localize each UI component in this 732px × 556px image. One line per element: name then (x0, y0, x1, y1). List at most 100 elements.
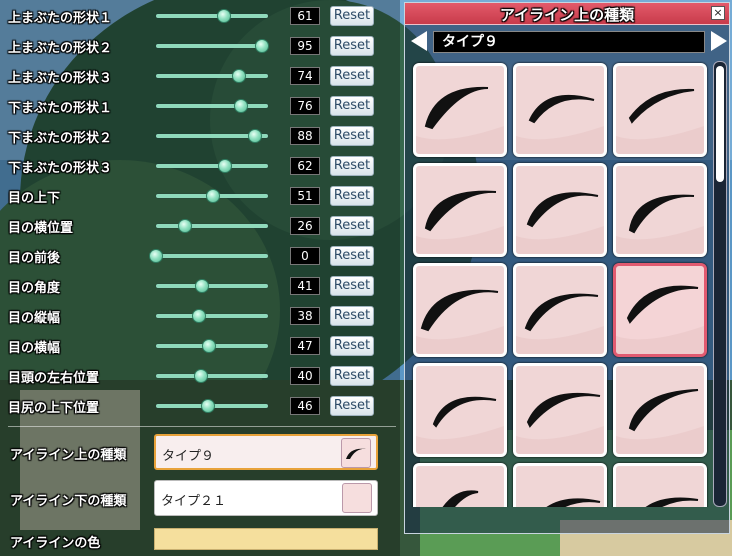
eyeline-type-grid (409, 61, 709, 507)
reset-button[interactable]: Reset (330, 276, 374, 296)
eyeline-type-option[interactable] (613, 63, 707, 157)
slider-value-field[interactable]: 61 (290, 7, 320, 25)
eyeline-type-option[interactable] (413, 263, 507, 357)
next-type-arrow-icon[interactable] (711, 31, 727, 51)
slider-track[interactable] (156, 339, 268, 353)
reset-button[interactable]: Reset (330, 36, 374, 56)
slider-track[interactable] (156, 399, 268, 413)
slider-track[interactable] (156, 309, 268, 323)
slider-row: 目の横幅 47 Reset (0, 331, 400, 361)
eyeline-lower-select[interactable]: タイプ２１ (154, 480, 378, 516)
slider-value-field[interactable]: 62 (290, 157, 320, 175)
eyeline-color-label: アイラインの色 (10, 536, 101, 551)
slider-value-field[interactable]: 40 (290, 367, 320, 385)
eyeline-type-option[interactable] (413, 363, 507, 457)
reset-button[interactable]: Reset (330, 306, 374, 326)
slider-handle[interactable] (178, 219, 193, 233)
slider-handle[interactable] (255, 39, 270, 53)
slider-handle[interactable] (234, 99, 249, 113)
slider-row: 下まぶたの形状２ 88 Reset (0, 121, 400, 151)
slider-row: 上まぶたの形状３ 74 Reset (0, 61, 400, 91)
reset-button[interactable]: Reset (330, 366, 374, 386)
slider-track[interactable] (156, 69, 268, 83)
slider-value-field[interactable]: 46 (290, 397, 320, 415)
eyeline-type-option[interactable] (413, 463, 507, 507)
slider-handle[interactable] (206, 189, 221, 203)
eyeline-type-option[interactable] (513, 63, 607, 157)
slider-handle[interactable] (193, 369, 208, 383)
slider-track[interactable] (156, 9, 268, 23)
slider-value-field[interactable]: 0 (290, 247, 320, 265)
slider-handle[interactable] (194, 279, 209, 293)
scrollbar-thumb[interactable] (716, 66, 724, 182)
slider-handle[interactable] (231, 69, 246, 83)
slider-handle[interactable] (217, 9, 232, 23)
slider-track[interactable] (156, 129, 268, 143)
eyeline-type-option[interactable] (413, 63, 507, 157)
slider-track[interactable] (149, 249, 268, 263)
slider-value-field[interactable]: 74 (290, 67, 320, 85)
eyeline-type-option[interactable] (613, 163, 707, 257)
reset-button[interactable]: Reset (330, 156, 374, 176)
slider-label: 上まぶたの形状３ (8, 71, 113, 86)
slider-value-field[interactable]: 47 (290, 337, 320, 355)
slider-handle[interactable] (247, 129, 262, 143)
reset-button[interactable]: Reset (330, 336, 374, 356)
slider-label: 目の縦幅 (8, 311, 61, 326)
previous-type-arrow-icon[interactable] (411, 31, 427, 51)
slider-handle[interactable] (149, 249, 163, 263)
slider-row: 目の上下 51 Reset (0, 181, 400, 211)
slider-handle[interactable] (200, 399, 215, 413)
eyeline-lower-value: タイプ２１ (161, 494, 227, 509)
current-type-field: タイプ９ (433, 31, 705, 53)
reset-button[interactable]: Reset (330, 6, 374, 26)
slider-label: 目尻の上下位置 (8, 401, 100, 416)
slider-track[interactable] (156, 99, 268, 113)
slider-label: 目の上下 (8, 191, 61, 206)
reset-button[interactable]: Reset (330, 186, 374, 206)
slider-handle[interactable] (201, 339, 216, 353)
reset-button[interactable]: Reset (330, 216, 374, 236)
eyeline-upper-label: アイライン上の種類 (10, 448, 127, 463)
eyeline-upper-select[interactable]: タイプ９ (154, 434, 378, 470)
eyeline-type-option[interactable] (513, 363, 607, 457)
reset-button[interactable]: Reset (330, 66, 374, 86)
slider-value-field[interactable]: 95 (290, 37, 320, 55)
reset-button[interactable]: Reset (330, 96, 374, 116)
reset-button[interactable]: Reset (330, 396, 374, 416)
slider-track[interactable] (156, 39, 270, 53)
eyeline-type-option[interactable] (613, 463, 707, 507)
grid-scrollbar[interactable] (713, 61, 727, 507)
eyeline-type-option[interactable] (513, 163, 607, 257)
slider-value-field[interactable]: 41 (290, 277, 320, 295)
slider-value-field[interactable]: 26 (290, 217, 320, 235)
slider-value-field[interactable]: 38 (290, 307, 320, 325)
slider-label: 目の前後 (8, 251, 61, 266)
eyeline-type-option[interactable] (613, 363, 707, 457)
slider-label: 上まぶたの形状１ (8, 11, 113, 26)
slider-label: 下まぶたの形状２ (8, 131, 113, 146)
eyeline-color-swatch[interactable] (154, 528, 378, 550)
reset-button[interactable]: Reset (330, 246, 374, 266)
slider-value-field[interactable]: 51 (290, 187, 320, 205)
slider-handle[interactable] (191, 309, 206, 323)
eyeline-type-option[interactable] (413, 163, 507, 257)
slider-row: 下まぶたの形状１ 76 Reset (0, 91, 400, 121)
slider-track[interactable] (156, 189, 268, 203)
eyeline-upper-value: タイプ９ (162, 449, 215, 464)
eyeline-type-option[interactable] (513, 463, 607, 507)
slider-track[interactable] (156, 159, 268, 173)
slider-value-field[interactable]: 88 (290, 127, 320, 145)
eyeline-type-option[interactable] (613, 263, 707, 357)
eyeline-type-option[interactable] (513, 263, 607, 357)
reset-button[interactable]: Reset (330, 126, 374, 146)
slider-label: 目の横幅 (8, 341, 61, 356)
close-icon[interactable]: × (711, 6, 725, 20)
slider-handle[interactable] (218, 159, 233, 173)
slider-row: 上まぶたの形状１ 61 Reset (0, 1, 400, 31)
slider-track[interactable] (156, 219, 268, 233)
divider (8, 426, 396, 427)
slider-value-field[interactable]: 76 (290, 97, 320, 115)
slider-track[interactable] (156, 369, 268, 383)
slider-track[interactable] (156, 279, 268, 293)
